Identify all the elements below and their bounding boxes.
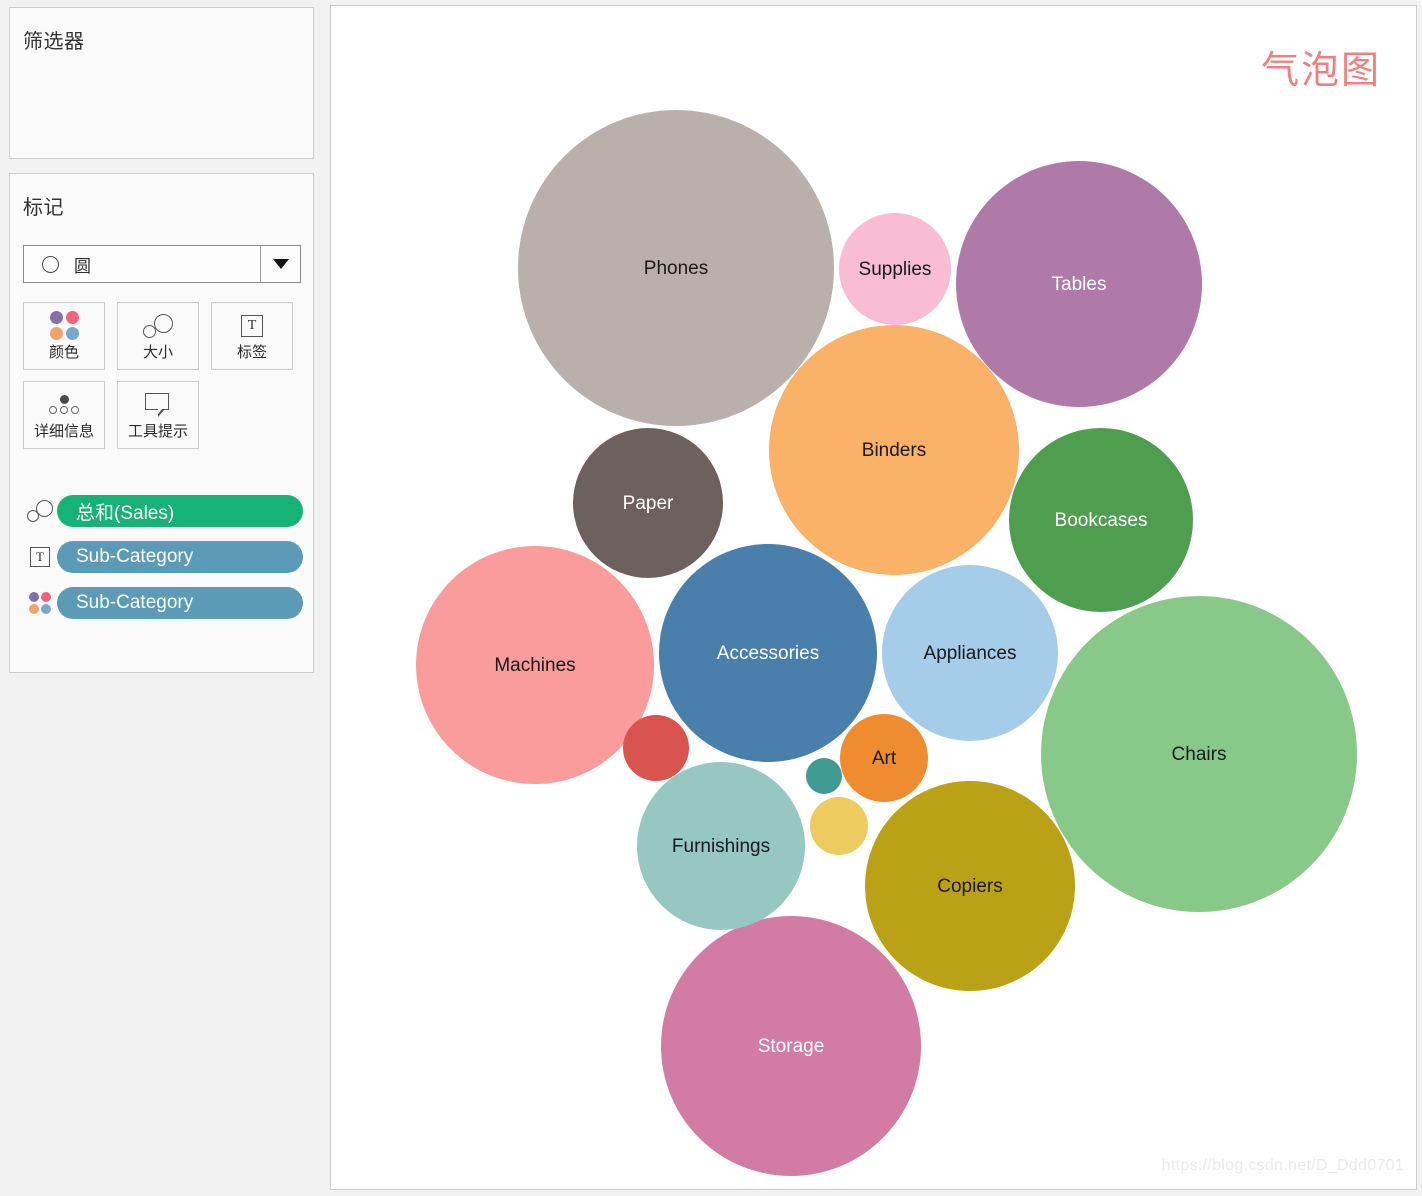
bubble-machines[interactable]: Machines — [416, 546, 654, 784]
bubble-label: Appliances — [923, 642, 1017, 664]
bubble-tables[interactable]: Tables — [956, 161, 1202, 407]
bubble-bookcases[interactable]: Bookcases — [1009, 428, 1193, 612]
bubble-art[interactable]: Art — [840, 714, 928, 802]
filters-panel-title: 筛选器 — [23, 31, 85, 53]
mark-buttons-grid: 颜色 大小 T 标签 详细信息 工具提示 — [23, 302, 303, 460]
color-button-label: 颜色 — [48, 343, 79, 361]
pill-sub-category-color[interactable]: Sub-Category — [57, 587, 303, 619]
bubble-label: Furnishings — [671, 835, 771, 857]
detail-button-label: 详细信息 — [33, 422, 94, 440]
caret-glyph — [272, 259, 289, 269]
bubble-phones[interactable]: Phones — [518, 110, 834, 426]
mark-buttons-row-1: 颜色 大小 T 标签 — [23, 302, 303, 370]
marks-pill-list: 总和(Sales) T Sub-Category Sub-Category — [23, 494, 303, 632]
marks-panel: 标记 圆 颜色 大小 T 标签 详细信息 工具提示 总和(Sales) T Su… — [9, 173, 314, 673]
tooltip-button[interactable]: 工具提示 — [117, 381, 199, 449]
text-label-icon: T — [241, 313, 263, 339]
bubble-label: Paper — [622, 492, 674, 514]
color-button[interactable]: 颜色 — [23, 302, 105, 370]
bubble-unlabeled-14[interactable] — [623, 715, 689, 781]
bubble-unlabeled-16[interactable] — [806, 758, 842, 794]
watermark: https://blog.csdn.net/D_Ddd0701 — [1161, 1157, 1404, 1174]
bubble-appliances[interactable]: Appliances — [882, 565, 1058, 741]
bubble-supplies[interactable]: Supplies — [839, 213, 951, 325]
label-button[interactable]: T 标签 — [211, 302, 293, 370]
bubble-copiers[interactable]: Copiers — [865, 781, 1075, 991]
circle-icon — [42, 255, 59, 273]
mark-type-dropdown[interactable]: 圆 — [23, 245, 301, 283]
bubble-label: Supplies — [858, 258, 932, 280]
bubble-label: Bookcases — [1054, 509, 1148, 531]
bubble-label: Art — [871, 747, 897, 769]
mark-type-label: 圆 — [74, 256, 91, 276]
tooltip-bubble-icon — [145, 392, 171, 418]
detail-button[interactable]: 详细信息 — [23, 381, 105, 449]
pill-row-color: Sub-Category — [23, 586, 303, 620]
bubble-unlabeled-15[interactable] — [810, 797, 868, 855]
tooltip-button-label: 工具提示 — [127, 422, 188, 440]
bubble-label: Binders — [861, 439, 927, 461]
marks-panel-title: 标记 — [23, 197, 64, 219]
mark-buttons-row-2: 详细信息 工具提示 — [23, 381, 303, 449]
text-label-icon: T — [23, 547, 57, 567]
bubble-chairs[interactable]: Chairs — [1041, 596, 1357, 912]
color-dots-icon — [23, 592, 57, 614]
bubble-label: Storage — [757, 1035, 825, 1057]
bubble-label: Accessories — [716, 642, 820, 664]
size-circles-icon — [23, 500, 57, 522]
bubble-storage[interactable]: Storage — [661, 916, 921, 1176]
bubble-label: Copiers — [937, 875, 1003, 897]
bubble-label: Tables — [1051, 273, 1107, 295]
pill-sub-category-label[interactable]: Sub-Category — [57, 541, 303, 573]
bubble-furnishings[interactable]: Furnishings — [637, 762, 805, 930]
bubble-accessories[interactable]: Accessories — [659, 544, 877, 762]
bubble-paper[interactable]: Paper — [573, 428, 723, 578]
bubble-binders[interactable]: Binders — [769, 325, 1019, 575]
bubble-chart: Phones Chairs Storage Tables Binders Machines… — [331, 6, 1416, 1189]
size-button-label: 大小 — [142, 343, 173, 361]
detail-dots-icon — [49, 392, 79, 418]
color-dots-icon — [49, 311, 79, 340]
pill-sum-sales[interactable]: 总和(Sales) — [57, 495, 303, 527]
pill-row-label: T Sub-Category — [23, 540, 303, 574]
left-sidebar: 筛选器 标记 圆 颜色 大小 T 标签 详细信息 工具提示 总和(Sales) … — [0, 0, 322, 1196]
pill-row-size: 总和(Sales) — [23, 494, 303, 528]
chevron-down-icon[interactable] — [260, 246, 300, 282]
bubble-label: Chairs — [1171, 743, 1227, 765]
label-button-label: 标签 — [236, 343, 267, 361]
size-button[interactable]: 大小 — [117, 302, 199, 370]
bubble-label: Machines — [494, 654, 576, 676]
bubble-label: Phones — [643, 257, 709, 279]
size-circles-icon — [143, 313, 173, 339]
filters-panel: 筛选器 — [9, 7, 314, 159]
chart-panel: 气泡图 Phones Chairs Storage Tables Binders Mach… — [330, 5, 1417, 1190]
